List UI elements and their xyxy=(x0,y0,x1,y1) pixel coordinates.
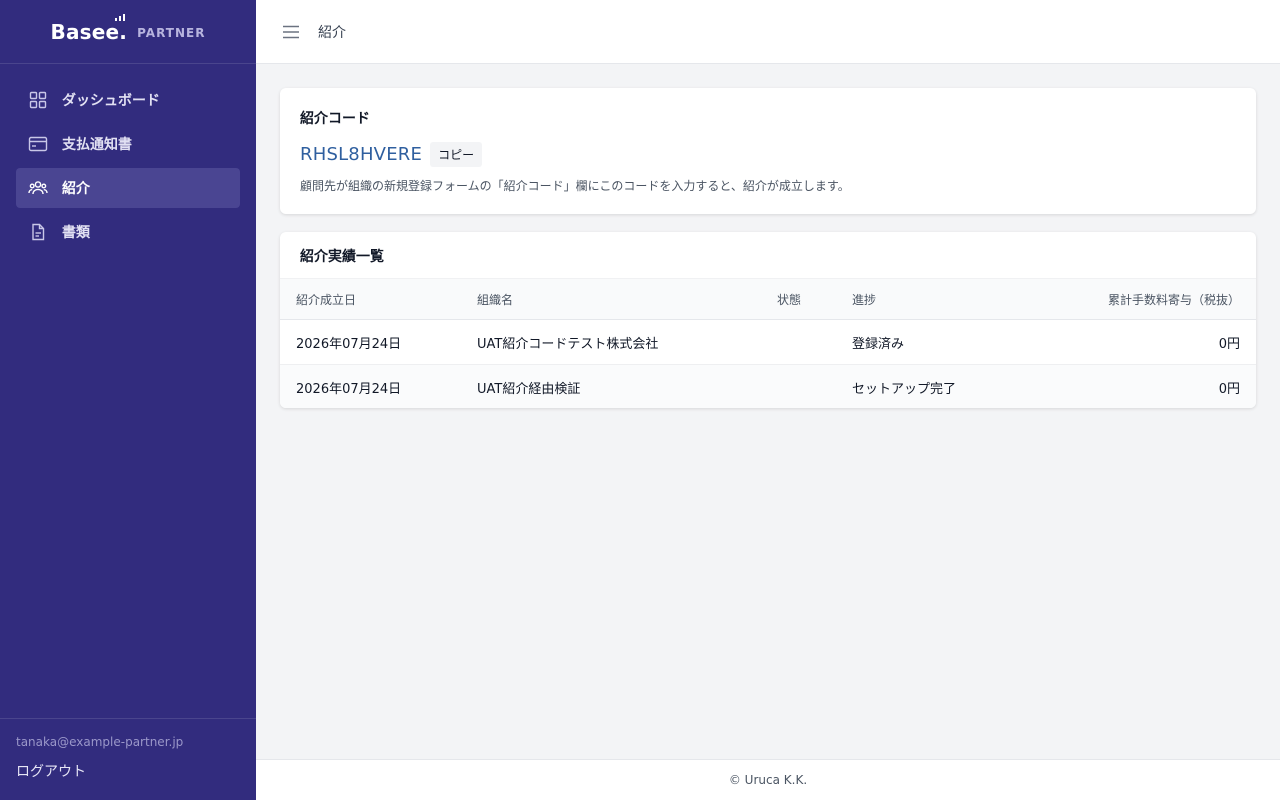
cell-date: 2026年07月24日 xyxy=(296,336,402,352)
document-icon xyxy=(32,223,45,241)
sidebar: Basee. PARTNER ダッシュボード 支払通知書 紹介 書類 tanak… xyxy=(0,0,256,800)
cell-status xyxy=(761,365,836,409)
cell-fee: 0円 xyxy=(1218,336,1240,352)
cell-fee: 0円 xyxy=(1218,381,1240,397)
sidebar-nav: ダッシュボード 支払通知書 紹介 書類 xyxy=(0,64,256,272)
brand-logo: Basee. xyxy=(51,13,128,44)
sidebar-item-documents[interactable]: 書類 xyxy=(16,212,240,252)
sidebar-item-dashboard[interactable]: ダッシュボード xyxy=(16,80,240,120)
cell-status xyxy=(761,320,836,365)
table-header-row: 紹介成立日 組織名 状態 進捗 累計手数料寄与（税抜） xyxy=(280,278,1256,320)
sidebar-item-label: 書類 xyxy=(62,225,90,241)
page-title: 紹介 xyxy=(318,24,346,41)
users-icon xyxy=(28,181,48,195)
credit-card-icon xyxy=(28,136,48,152)
grid-icon xyxy=(29,91,47,109)
table-row[interactable]: 2026年07月24日 UAT紹介経由検証 セットアップ完了 0円 xyxy=(280,364,1256,409)
referral-results-card: 紹介実績一覧 紹介成立日 組織名 状態 進捗 累計手数料寄与（税抜） 2026年… xyxy=(280,232,1256,408)
main-content: 紹介コード RHSL8HVERE コピー 顧問先が組織の新規登録フォームの「紹介… xyxy=(256,64,1280,432)
signal-bars-icon xyxy=(115,13,126,21)
cell-org: UAT紹介コードテスト株式会社 xyxy=(477,336,659,352)
column-header-fee: 累計手数料寄与（税抜） xyxy=(1107,292,1240,307)
sidebar-item-payment-notices[interactable]: 支払通知書 xyxy=(16,124,240,164)
brand-sub: PARTNER xyxy=(137,25,206,40)
cell-date: 2026年07月24日 xyxy=(296,381,402,397)
hamburger-icon[interactable] xyxy=(282,23,300,41)
brand[interactable]: Basee. PARTNER xyxy=(0,0,256,64)
top-bar: 紹介 xyxy=(256,0,1280,64)
sidebar-item-label: ダッシュボード xyxy=(62,93,160,109)
referral-results-title: 紹介実績一覧 xyxy=(300,249,384,265)
cell-progress: 登録済み xyxy=(852,336,905,352)
page-footer: © Uruca K.K. xyxy=(256,759,1280,800)
copyright: © Uruca K.K. xyxy=(728,773,808,787)
column-header-status: 状態 xyxy=(777,292,802,307)
cell-progress: セットアップ完了 xyxy=(852,381,957,397)
sidebar-footer: tanaka@example-partner.jp ログアウト xyxy=(0,718,256,800)
referral-code[interactable]: RHSL8HVERE xyxy=(300,144,422,165)
referral-results-table: 紹介成立日 組織名 状態 進捗 累計手数料寄与（税抜） 2026年07月24日 … xyxy=(280,278,1256,408)
table-row[interactable]: 2026年07月24日 UAT紹介コードテスト株式会社 登録済み 0円 xyxy=(280,320,1256,365)
sidebar-item-label: 紹介 xyxy=(62,181,90,197)
referral-code-card: 紹介コード RHSL8HVERE コピー 顧問先が組織の新規登録フォームの「紹介… xyxy=(280,88,1256,214)
sidebar-item-referrals[interactable]: 紹介 xyxy=(16,168,240,208)
copy-button[interactable]: コピー xyxy=(430,142,483,167)
cell-org: UAT紹介経由検証 xyxy=(477,381,581,397)
column-header-date: 紹介成立日 xyxy=(296,292,357,307)
referral-hint: 顧問先が組織の新規登録フォームの「紹介コード」欄にこのコードを入力すると、紹介が… xyxy=(300,179,850,193)
referral-code-title: 紹介コード xyxy=(300,111,370,127)
sidebar-item-label: 支払通知書 xyxy=(62,137,132,153)
user-email: tanaka@example-partner.jp xyxy=(16,735,184,749)
logout-button[interactable]: ログアウト xyxy=(16,761,86,781)
column-header-progress: 進捗 xyxy=(852,292,877,307)
referral-code-row: RHSL8HVERE コピー xyxy=(300,142,1236,167)
column-header-org: 組織名 xyxy=(477,292,514,307)
